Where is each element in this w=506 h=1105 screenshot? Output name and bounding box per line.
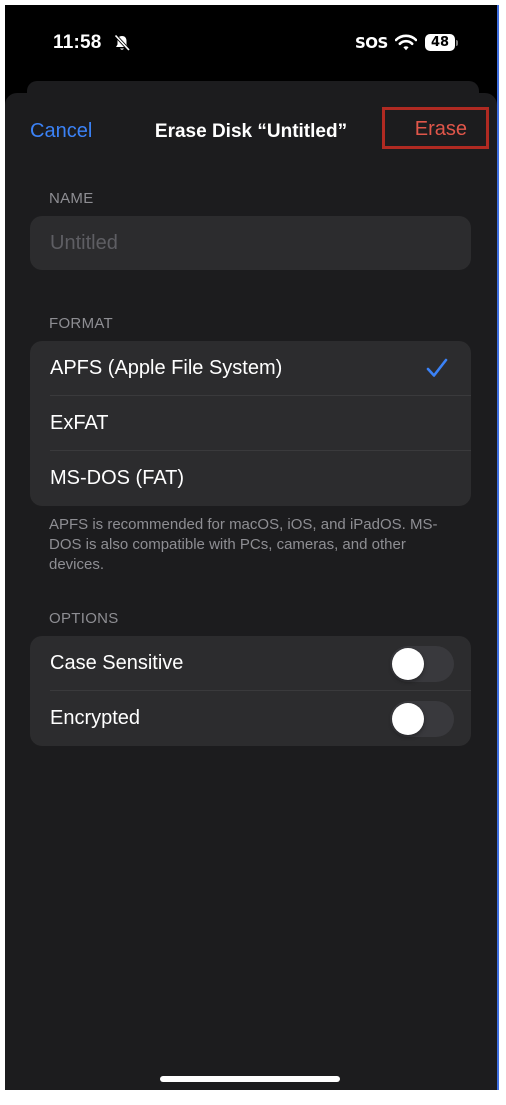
device-screen: 11:58 SOS 48 Cancel Erase Disk “Untitled… [5, 5, 497, 1090]
navigation-bar: Cancel Erase Disk “Untitled” Erase [5, 93, 497, 173]
format-option-exfat[interactable]: ExFAT [30, 396, 471, 451]
options-section-header: OPTIONS [49, 610, 119, 627]
format-options-group: APFS (Apple File System) ExFAT MS-DOS (F… [30, 341, 471, 506]
toggle-knob [392, 648, 424, 680]
option-case-sensitive: Case Sensitive [30, 636, 471, 691]
wifi-icon [395, 34, 417, 51]
format-option-apfs[interactable]: APFS (Apple File System) [30, 341, 471, 396]
battery-icon: 48 [425, 34, 459, 51]
format-option-label: ExFAT [50, 412, 109, 434]
battery-level: 48 [425, 34, 455, 51]
name-section-header: NAME [49, 190, 94, 207]
format-section-header: FORMAT [49, 315, 114, 332]
bell-slash-icon [114, 34, 131, 52]
format-option-msdos[interactable]: MS-DOS (FAT) [30, 451, 471, 506]
status-time: 11:58 [53, 32, 102, 53]
option-label: Encrypted [50, 707, 141, 729]
case-sensitive-toggle[interactable] [390, 646, 454, 682]
encrypted-toggle[interactable] [390, 701, 454, 737]
home-indicator[interactable] [160, 1076, 340, 1082]
format-option-label: APFS (Apple File System) [50, 357, 283, 379]
format-footer-note: APFS is recommended for macOS, iOS, and … [49, 516, 438, 573]
option-encrypted: Encrypted [30, 691, 471, 746]
format-option-label: MS-DOS (FAT) [50, 467, 185, 489]
toggle-knob [392, 703, 424, 735]
cancel-button[interactable]: Cancel [30, 120, 92, 143]
erase-button[interactable]: Erase [385, 110, 486, 146]
battery-nub [456, 40, 458, 46]
erase-disk-sheet: Cancel Erase Disk “Untitled” Erase NAME … [5, 93, 497, 1090]
name-field-group [30, 216, 471, 270]
carrier-sos: SOS [355, 34, 388, 52]
option-label: Case Sensitive [50, 652, 184, 674]
options-group: Case Sensitive Encrypted [30, 636, 471, 746]
status-bar: 11:58 SOS 48 [5, 5, 497, 85]
disk-name-input[interactable] [30, 216, 471, 270]
erase-highlight-box: Erase [382, 107, 489, 149]
window-edge [497, 5, 499, 1090]
checkmark-icon [426, 358, 448, 377]
